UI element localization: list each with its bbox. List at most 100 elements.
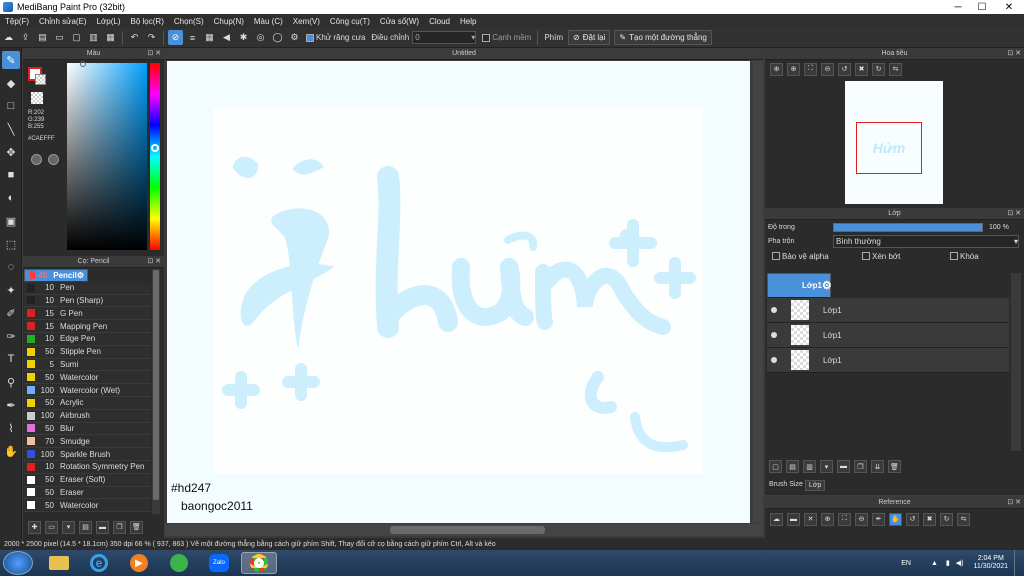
- circle-snap-icon[interactable]: ◎: [253, 30, 268, 45]
- add-layer-menu-icon[interactable]: ▾: [820, 460, 833, 473]
- flip-icon[interactable]: ⇆: [957, 512, 970, 526]
- brush-item[interactable]: 50 Eraser (Soft): [24, 473, 151, 487]
- zoom-icon[interactable]: ⊕: [770, 62, 783, 76]
- brush-scrollbar[interactable]: [152, 269, 160, 514]
- brush-item[interactable]: 10 Rotation Symmetry Pen: [24, 460, 151, 474]
- radial-snap-icon[interactable]: ✱: [236, 30, 251, 45]
- merge-layer-icon[interactable]: ⇊: [871, 460, 884, 473]
- internet-explorer-taskbar-icon[interactable]: e: [81, 552, 117, 574]
- layer-row[interactable]: Lớp1: [767, 348, 1009, 373]
- eraser-tool-icon[interactable]: ◆: [2, 74, 20, 92]
- dot-tool-icon[interactable]: ╲: [2, 120, 20, 138]
- add-brush-icon[interactable]: ✚: [28, 520, 41, 534]
- clipping-checkbox[interactable]: Xén bớt: [862, 252, 944, 261]
- brush-item[interactable]: 10 Pen (Sharp): [24, 294, 151, 308]
- panel-close-icon[interactable]: ⊡ ✕: [1007, 498, 1021, 506]
- layer-row[interactable]: Lớp1 ⚙: [767, 273, 832, 298]
- page-icon[interactable]: ▥: [86, 30, 101, 45]
- cross-snap-icon[interactable]: ▦: [202, 30, 217, 45]
- visibility-icon[interactable]: [771, 357, 777, 363]
- operation-tool-icon[interactable]: ⚲: [2, 373, 20, 391]
- lasso-tool-icon[interactable]: ◌: [2, 258, 20, 276]
- gradient-tool-icon[interactable]: ▣: [2, 212, 20, 230]
- menu-view[interactable]: Xem(V): [288, 17, 325, 26]
- background-swatch[interactable]: [35, 74, 46, 85]
- comment-icon[interactable]: ▢: [69, 30, 84, 45]
- close-button[interactable]: ✕: [994, 0, 1024, 14]
- brush-item[interactable]: 5 Sumi: [24, 358, 151, 372]
- folder-open-icon[interactable]: ▬: [96, 520, 109, 534]
- protect-alpha-checkbox[interactable]: Bảo vệ alpha: [772, 252, 856, 261]
- layer-folder-icon[interactable]: ▬: [837, 460, 850, 473]
- panel-close-icon[interactable]: ⊡ ✕: [147, 257, 161, 265]
- parallel-snap-icon[interactable]: ≡: [185, 30, 200, 45]
- redo-icon[interactable]: ↷: [144, 30, 159, 45]
- panel-close-icon[interactable]: ⊡ ✕: [1007, 49, 1021, 57]
- select-pen-tool-icon[interactable]: ✐: [2, 304, 20, 322]
- new-halftone-layer-icon[interactable]: ▤: [786, 460, 799, 473]
- lock-checkbox[interactable]: Khóa: [950, 252, 979, 261]
- palette-icon[interactable]: [31, 154, 42, 165]
- soft-edge-checkbox[interactable]: Cạnh mềm: [482, 33, 531, 42]
- canvas-hscroll[interactable]: [165, 524, 763, 536]
- layer-settings-icon[interactable]: ⚙: [822, 279, 832, 292]
- close-icon[interactable]: ✕: [804, 512, 817, 526]
- eyedropper-tool-icon[interactable]: ✒: [2, 396, 20, 414]
- hand-icon[interactable]: ✋: [889, 512, 902, 526]
- network-icon[interactable]: ▮: [946, 559, 950, 567]
- language-indicator[interactable]: EN: [901, 560, 911, 567]
- vanish-snap-icon[interactable]: ◀: [219, 30, 234, 45]
- panel-close-icon[interactable]: ⊡ ✕: [147, 49, 161, 57]
- undo-icon[interactable]: ↶: [127, 30, 142, 45]
- hue-slider[interactable]: [150, 63, 160, 250]
- cloud-icon[interactable]: ☁: [1, 30, 16, 45]
- brush-item[interactable]: 15 Mapping Pen: [24, 320, 151, 333]
- menu-layer[interactable]: Lớp(L): [92, 17, 126, 26]
- coccoc-taskbar-icon[interactable]: [161, 552, 197, 574]
- straight-line-button[interactable]: ✎ Tạo một đường thẳng: [614, 30, 712, 45]
- trash-icon[interactable]: 🗑: [130, 520, 143, 534]
- layer-scrollbar[interactable]: [1011, 273, 1021, 451]
- clock-date[interactable]: 11/30/2021: [973, 563, 1008, 571]
- cloud-icon[interactable]: ☁: [770, 512, 783, 526]
- brush-settings-icon[interactable]: ⚙: [77, 271, 84, 280]
- brush-item[interactable]: 50 Watercolor: [24, 371, 151, 385]
- brush-item[interactable]: 100 Watercolor (Wet): [24, 384, 151, 397]
- media-player-taskbar-icon[interactable]: ▶: [121, 552, 157, 574]
- fit-icon[interactable]: ⛶: [838, 512, 851, 526]
- zoom-icon[interactable]: ⊕: [821, 512, 834, 526]
- zoom-in-icon[interactable]: ⊕: [787, 62, 800, 76]
- menu-window[interactable]: Cửa sổ(W): [375, 17, 424, 26]
- duplicate-icon[interactable]: ❐: [113, 520, 126, 534]
- text-tool-icon[interactable]: T: [2, 350, 20, 368]
- rotate-right-icon[interactable]: ↻: [872, 62, 885, 76]
- rotate-right-icon[interactable]: ↻: [940, 512, 953, 526]
- brush-item[interactable]: 70 Smudge: [24, 435, 151, 449]
- brush-item[interactable]: 10 Pen: [24, 281, 151, 295]
- brush-item[interactable]: 50 Watercolor: [24, 499, 151, 513]
- zoom-out-icon[interactable]: ⊖: [821, 62, 834, 76]
- layer-row[interactable]: Lớp1: [767, 323, 1009, 348]
- show-desktop-button[interactable]: [1014, 550, 1024, 576]
- canvas-vscroll[interactable]: [753, 61, 763, 523]
- grid-icon[interactable]: ▦: [103, 30, 118, 45]
- opacity-slider[interactable]: [833, 222, 983, 232]
- duplicate-layer-icon[interactable]: ❐: [854, 460, 867, 473]
- settings-icon[interactable]: ⚙: [287, 30, 302, 45]
- select-eraser-tool-icon[interactable]: ✑: [2, 327, 20, 345]
- saturation-value-square[interactable]: [67, 63, 147, 250]
- folder-icon[interactable]: ▤: [35, 30, 50, 45]
- start-button[interactable]: [3, 551, 33, 575]
- menu-filter[interactable]: Bộ lọc(R): [126, 17, 169, 26]
- menu-help[interactable]: Help: [455, 17, 481, 26]
- reset-button[interactable]: ⊘ Đặt lại: [568, 30, 611, 45]
- navigator-preview[interactable]: Hửm: [845, 81, 943, 204]
- zalo-taskbar-icon[interactable]: Zalo: [201, 552, 237, 574]
- select-tool-icon[interactable]: ⬚: [2, 235, 20, 253]
- curve-snap-icon[interactable]: ◯: [270, 30, 285, 45]
- brush-item[interactable]: 100 Sparkle Brush: [24, 448, 151, 461]
- fill-tool-icon[interactable]: ■: [2, 166, 20, 184]
- menu-edit[interactable]: Chỉnh sửa(E): [34, 17, 92, 26]
- clock-time[interactable]: 2:04 PM: [973, 555, 1008, 563]
- canvas-tab[interactable]: Untitled: [165, 48, 763, 60]
